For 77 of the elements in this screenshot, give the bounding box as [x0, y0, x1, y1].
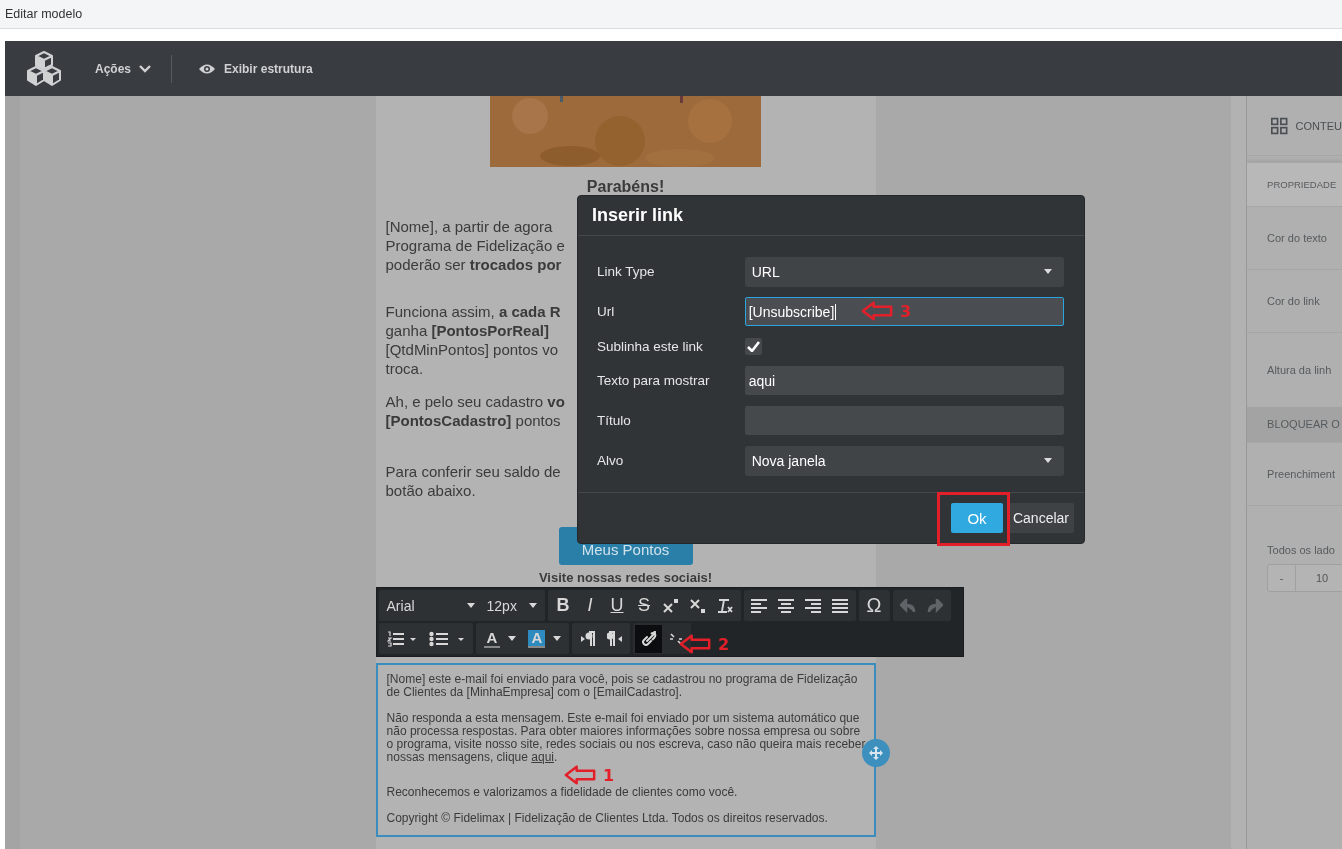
field-label: Alvo — [597, 453, 625, 468]
checkbox[interactable] — [745, 337, 762, 355]
field-label: Sublinha este link — [597, 338, 704, 354]
paragraph-rtl-icon — [606, 630, 623, 647]
cancel-button[interactable]: Cancelar — [1007, 503, 1074, 533]
select-field[interactable]: URL — [744, 256, 1064, 287]
italic-button[interactable]: I — [576, 591, 604, 620]
superscript-icon — [663, 598, 680, 613]
paragraph-ltr-icon — [579, 630, 596, 647]
field-label: Link Type — [597, 264, 656, 279]
numbered-list-icon — [386, 630, 417, 647]
email-text-line: [Nome], a partir de agora — [385, 217, 553, 236]
undo-icon — [900, 598, 917, 613]
chevron-down-icon — [139, 64, 152, 73]
email-text-line: poderão ser trocados por — [385, 255, 562, 274]
font-size-select[interactable]: 12px — [480, 591, 543, 620]
font-select[interactable]: Arial — [380, 591, 481, 620]
email-text-line: [QtdMinPontos] pontos vo — [385, 340, 559, 359]
field-label: Título — [597, 413, 632, 428]
link-button[interactable] — [635, 624, 663, 653]
footer-paragraph: Não responda a esta mensagem. Este e-mail foi enviado por um sistema automático que não processa respostas. Para obter maiores informações sobre nossa empresa ou sobre o programa, visite nosso site, redes sociais ou nos escreva, caso não queira mais receber nossas mensagens, clique aqui. — [386, 712, 867, 764]
align-icon — [778, 598, 795, 613]
annotation-arrow-icon — [678, 634, 712, 654]
grid-icon — [1271, 115, 1288, 136]
property-label: Altura da linh — [1267, 364, 1332, 376]
property-label: Cor do link — [1267, 295, 1320, 307]
email-heading: Parabéns! — [585, 177, 666, 197]
email-text-line: ganha [PontosPorReal] — [385, 321, 549, 340]
input-field[interactable]: aqui — [744, 366, 1064, 395]
field-label: Texto para mostrar — [597, 373, 711, 388]
annotation-number: 2 — [718, 634, 730, 654]
properties-tab[interactable]: PROPRIEDADE — [1247, 162, 1342, 206]
property-label: Todos os lado — [1267, 544, 1335, 556]
align-icon — [805, 598, 822, 613]
footer-paragraph: Reconhecemos e valorizamos a fidelidade de clientes como você. — [386, 786, 739, 799]
stepper-value: 10 — [1314, 571, 1330, 586]
align-icon — [751, 598, 768, 613]
property-label: Cor do texto — [1267, 232, 1327, 244]
link-icon — [640, 630, 657, 647]
email-text-line: Ah, e pelo seu cadastro vo — [385, 392, 565, 411]
email-text-line: botão abaixo. — [385, 481, 476, 500]
field-label: Url — [597, 304, 616, 319]
annotation-arrow-icon — [860, 301, 894, 321]
underline-button[interactable]: U — [603, 591, 631, 620]
actions-menu-button[interactable]: Ações — [93, 57, 154, 80]
email-text-line: Para conferir seu saldo de — [385, 462, 561, 481]
footer-paragraph: [Nome] este e-mail foi enviado para você, pois se cadastrou no programa de Fidelização de Clientes da [MinhaEmpresa] com o [EmailCadastro]. — [386, 673, 859, 699]
align-icon — [832, 598, 849, 613]
annotation-number: 1 — [603, 765, 615, 785]
social-heading: Visite nossas redes sociais! — [537, 570, 714, 586]
eye-icon — [198, 62, 217, 75]
email-text-line: troca. — [385, 359, 424, 378]
clear-format-icon — [717, 598, 734, 613]
email-text-line: Funciona assim, a cada R — [385, 302, 561, 321]
move-icon — [868, 746, 883, 760]
strikethrough-button[interactable]: S — [630, 591, 658, 620]
property-label: Preenchiment — [1267, 468, 1335, 480]
select-field[interactable]: Nova janela — [744, 445, 1064, 476]
cubes-logo-icon — [25, 49, 63, 88]
dialog-title: Inserir link — [592, 205, 684, 226]
content-tab[interactable]: CONTEU — [1295, 119, 1342, 132]
section-header: BLOQUEAR O — [1247, 407, 1342, 442]
subscript-icon — [690, 598, 707, 613]
special-character-button[interactable]: Ω — [860, 591, 888, 620]
bullet-list-icon — [428, 630, 465, 647]
redo-icon — [927, 598, 944, 613]
email-text-line: [PontosCadastro] pontos — [385, 411, 561, 430]
show-structure-button[interactable]: Exibir estrutura — [196, 57, 315, 80]
email-text-line: Programa de Fidelização e — [385, 236, 565, 255]
annotation-number: 3 — [900, 301, 912, 321]
annotation-arrow-icon — [563, 765, 597, 785]
text-color-button[interactable]: A — [477, 624, 523, 653]
footer-paragraph: Copyright © Fidelimax | Fidelização de Clientes Ltda. Todos os direitos reservados. — [386, 812, 829, 825]
page-title: Editar modelo — [5, 7, 83, 21]
decrement-button[interactable]: - — [1268, 565, 1297, 591]
unsubscribe-link[interactable]: aqui — [531, 750, 554, 764]
bold-button[interactable]: B — [549, 591, 577, 620]
